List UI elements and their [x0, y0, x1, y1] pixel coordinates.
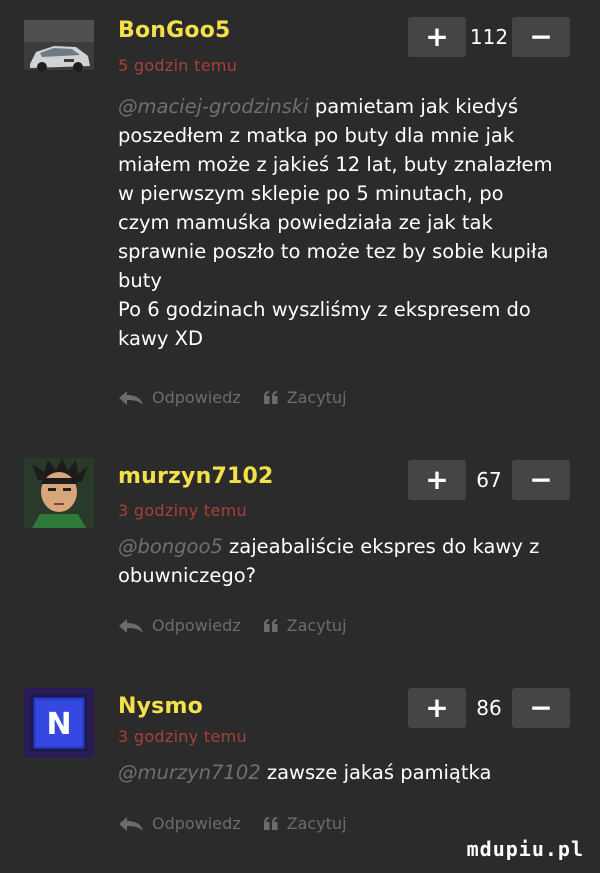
upvote-button[interactable]: +: [408, 688, 466, 728]
comment-text-line: pamietam jak kiedyś: [314, 95, 518, 118]
quote-button[interactable]: Zacytuj: [263, 814, 347, 833]
comment-text-line: sprawnie poszło to może tez by sobie kup…: [118, 240, 549, 263]
comment-text-line: obuwniczego?: [118, 564, 257, 587]
site-watermark: mdupiu.pl: [460, 835, 590, 863]
timestamp: 5 godzin temu: [118, 56, 238, 75]
downvote-button[interactable]: −: [512, 688, 570, 728]
timestamp: 3 godziny temu: [118, 727, 247, 746]
comment-text-line: w pierwszym sklepie po 5 minutach, po: [118, 182, 504, 205]
timestamp: 3 godziny temu: [118, 501, 247, 520]
vote-score: 86: [476, 696, 502, 720]
comment-text-line: poszedłem z matka po buty dla mnie jak: [118, 124, 515, 147]
upvote-button[interactable]: +: [408, 460, 466, 500]
vote-widget: + 86 −: [408, 688, 570, 728]
quote-label: Zacytuj: [286, 616, 347, 635]
quote-icon: [263, 390, 278, 404]
avatar[interactable]: [24, 458, 94, 528]
comment-text-line: buty: [118, 269, 162, 292]
avatar-letter: N: [46, 707, 71, 742]
comment-actions: Odpowiedz Zacytuj: [118, 814, 369, 833]
username[interactable]: BonGoo5: [118, 18, 231, 43]
username[interactable]: murzyn7102: [118, 464, 273, 489]
user-mention[interactable]: @murzyn7102: [118, 761, 261, 784]
vote-widget: + 112 −: [408, 17, 570, 57]
quote-button[interactable]: Zacytuj: [263, 388, 347, 407]
car-avatar-image: [24, 20, 94, 90]
reply-label: Odpowiedz: [152, 616, 241, 635]
user-mention[interactable]: @maciej-grodzinski: [118, 95, 309, 118]
reply-button[interactable]: Odpowiedz: [118, 616, 241, 635]
reply-button[interactable]: Odpowiedz: [118, 814, 241, 833]
vote-score: 67: [476, 468, 502, 492]
letter-n-avatar-image: N: [24, 688, 94, 758]
comment-text-line: miałem może z jakieś 12 lat, buty znalaz…: [118, 153, 553, 176]
quote-button[interactable]: Zacytuj: [263, 616, 347, 635]
avatar[interactable]: N: [24, 688, 94, 758]
comment-text-line: czym mamuśka powiedziała ze jak tak: [118, 211, 493, 234]
comment: murzyn7102 3 godziny temu + 67 − @bongoo…: [0, 430, 600, 660]
reply-label: Odpowiedz: [152, 814, 241, 833]
comment-text-line: Po 6 godzinach wyszliśmy z ekspresem do: [118, 298, 531, 321]
comment-body: @murzyn7102 zawsze jakaś pamiątka: [118, 758, 578, 787]
comment-text-line: zawsze jakaś pamiątka: [266, 761, 492, 784]
comment-text-line: zajeabaliście ekspres do kawy z: [229, 535, 540, 558]
quote-icon: [263, 816, 278, 830]
vote-score: 112: [469, 25, 509, 49]
comment-body: @bongoo5 zajeabaliście ekspres do kawy z…: [118, 532, 578, 590]
comment: BonGoo5 5 godzin temu + 112 − @maciej-gr…: [0, 0, 600, 430]
quote-label: Zacytuj: [286, 388, 347, 407]
reply-button[interactable]: Odpowiedz: [118, 388, 241, 407]
quote-label: Zacytuj: [286, 814, 347, 833]
comment-actions: Odpowiedz Zacytuj: [118, 616, 369, 635]
avatar[interactable]: [24, 20, 94, 90]
comment-actions: Odpowiedz Zacytuj: [118, 388, 369, 407]
username[interactable]: Nysmo: [118, 694, 203, 719]
reply-arrow-icon: [119, 816, 143, 831]
vote-widget: + 67 −: [408, 460, 570, 500]
reply-arrow-icon: [119, 618, 143, 633]
character-avatar-image: [24, 458, 94, 528]
downvote-button[interactable]: −: [512, 17, 570, 57]
comment-body: @maciej-grodzinski pamietam jak kiedyś p…: [118, 92, 578, 353]
downvote-button[interactable]: −: [512, 460, 570, 500]
reply-label: Odpowiedz: [152, 388, 241, 407]
user-mention[interactable]: @bongoo5: [118, 535, 223, 558]
comment-text-line: kawy XD: [118, 327, 203, 350]
upvote-button[interactable]: +: [408, 17, 466, 57]
reply-arrow-icon: [119, 390, 143, 405]
quote-icon: [263, 618, 278, 632]
